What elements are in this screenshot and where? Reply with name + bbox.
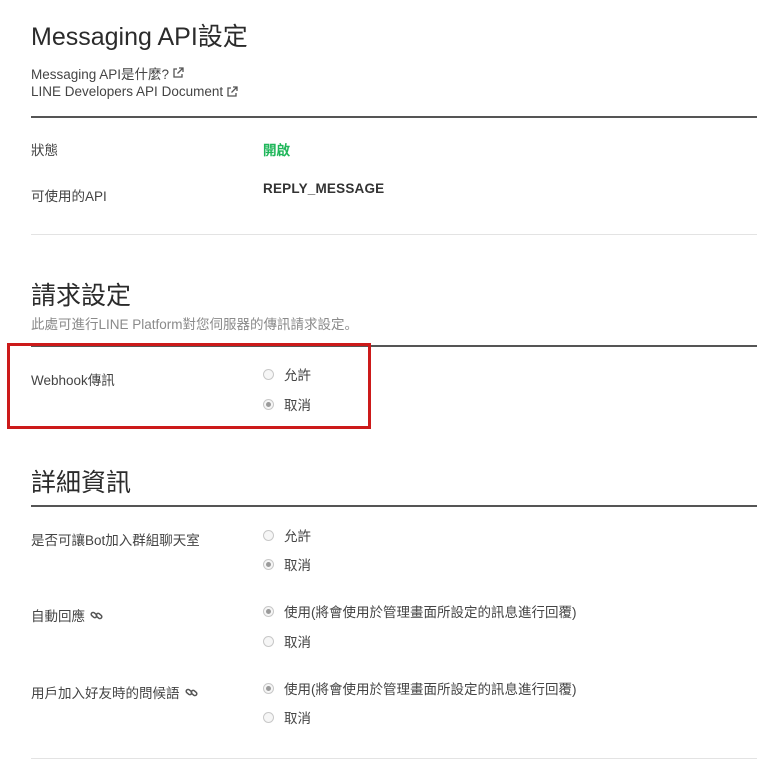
section-divider [31, 116, 757, 118]
available-api-label: 可使用的API [31, 189, 107, 204]
section-divider [31, 505, 757, 507]
radio-label: 使用(將會使用於管理畫面所設定的訊息進行回覆) [284, 605, 577, 620]
available-api-value: REPLY_MESSAGE [263, 181, 385, 196]
radio-label: 取消 [284, 711, 311, 726]
auto-reply-use-radio[interactable]: 使用(將會使用於管理畫面所設定的訊息進行回覆) [263, 601, 577, 621]
details-title: 詳細資訊 [31, 469, 132, 497]
auto-reply-label: 自動回應 [31, 605, 103, 625]
link-chain-icon[interactable] [90, 609, 103, 622]
section-divider [31, 234, 757, 235]
api-doc-link-label: LINE Developers API Document [31, 84, 224, 99]
radio-button[interactable] [263, 558, 274, 570]
what-is-messaging-api-link[interactable]: Messaging API是什麼? [31, 63, 184, 83]
radio-label: 使用(將會使用於管理畫面所設定的訊息進行回覆) [284, 682, 577, 697]
greeting-cancel-radio[interactable]: 取消 [263, 707, 311, 727]
group-join-label: 是否可讓Bot加入群組聊天室 [31, 533, 200, 548]
link-chain-icon[interactable] [184, 686, 198, 699]
page-title: Messaging API設定 [31, 23, 248, 51]
status-value: 開啟 [263, 143, 290, 158]
radio-label: 取消 [284, 558, 311, 573]
section-divider [31, 758, 757, 759]
external-link-icon [173, 67, 184, 78]
greeting-use-radio[interactable]: 使用(將會使用於管理畫面所設定的訊息進行回覆) [263, 678, 577, 698]
external-link-icon [227, 85, 238, 97]
radio-button[interactable] [263, 711, 274, 723]
what-is-link-label: Messaging API是什麼? [31, 67, 170, 82]
greeting-label: 用戶加入好友時的問候語 [31, 682, 198, 702]
radio-button[interactable] [263, 605, 274, 617]
radio-button[interactable] [263, 529, 274, 541]
radio-button[interactable] [263, 682, 274, 694]
radio-label: 允許 [284, 529, 311, 544]
radio-label: 取消 [284, 635, 311, 650]
group-join-cancel-radio[interactable]: 取消 [263, 554, 311, 574]
api-document-link[interactable]: LINE Developers API Document [31, 84, 238, 99]
request-settings-title: 請求設定 [31, 282, 132, 310]
request-settings-subtitle: 此處可進行LINE Platform對您伺服器的傳訊請求設定。 [31, 317, 359, 332]
highlight-box [7, 343, 371, 429]
status-label: 狀態 [31, 143, 58, 158]
auto-reply-cancel-radio[interactable]: 取消 [263, 631, 311, 651]
group-join-allow-radio[interactable]: 允許 [263, 525, 311, 545]
radio-button[interactable] [263, 635, 274, 647]
